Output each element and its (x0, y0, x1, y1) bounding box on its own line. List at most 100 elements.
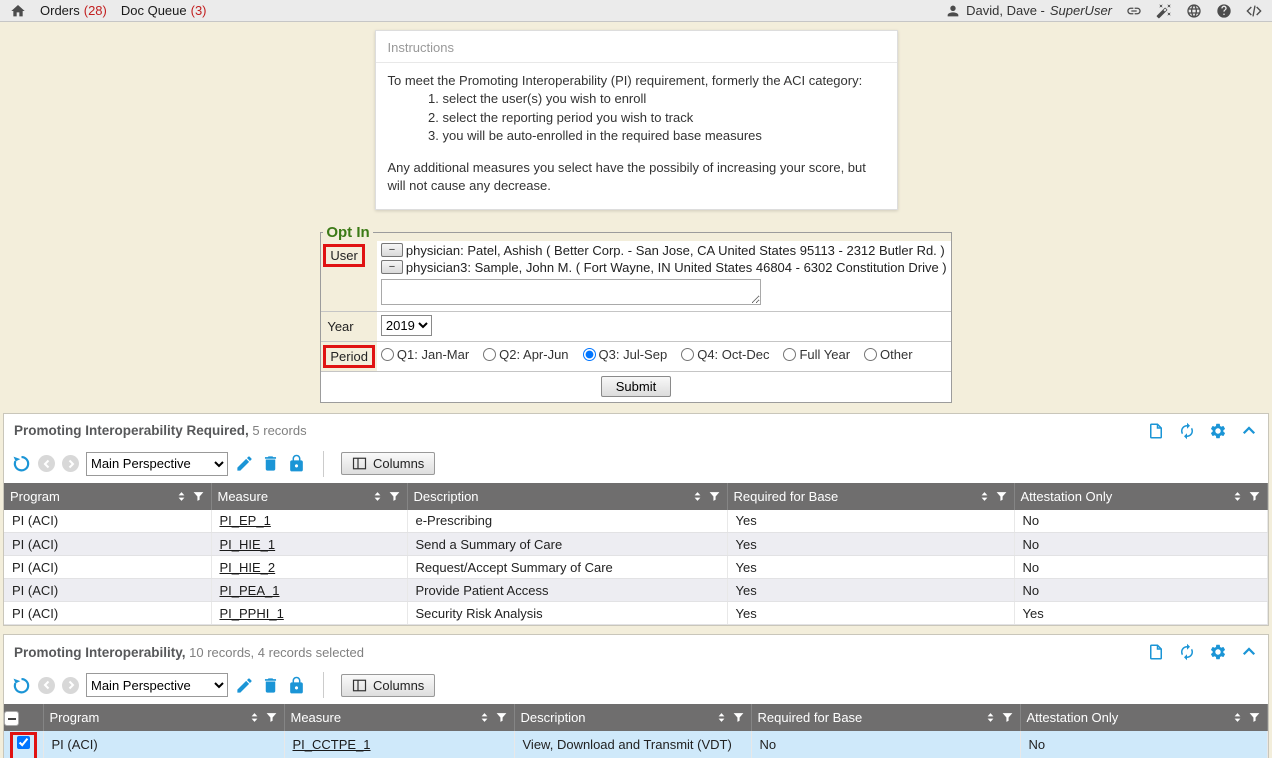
period-radio-other[interactable] (864, 348, 877, 361)
sort-icon[interactable] (175, 490, 188, 503)
code-icon[interactable] (1246, 3, 1262, 19)
gear-icon[interactable] (1209, 422, 1227, 440)
home-icon[interactable] (10, 3, 26, 19)
user-icon (945, 3, 961, 19)
new-document-icon[interactable] (1147, 643, 1165, 661)
remove-user-button[interactable]: − (381, 243, 403, 257)
column-header-attestation-only[interactable]: Attestation Only (1014, 483, 1268, 510)
year-row: Year 2019 (321, 311, 950, 341)
user-label: User (323, 244, 364, 267)
sort-icon[interactable] (984, 711, 997, 724)
table-row: PI (ACI) PI_CCTPE_1 View, Download and T… (4, 731, 1268, 758)
column-header-description[interactable]: Description (514, 704, 751, 731)
required-measures-table: Program Measure Description Required for… (4, 483, 1268, 626)
help-icon[interactable] (1216, 3, 1232, 19)
doc-queue-count: (3) (191, 3, 207, 18)
filter-icon[interactable] (995, 490, 1008, 503)
filter-icon[interactable] (1248, 711, 1261, 724)
refresh-icon[interactable] (1178, 422, 1196, 440)
prev-icon[interactable] (38, 677, 55, 694)
filter-icon[interactable] (708, 490, 721, 503)
instructions-title: Instructions (376, 31, 897, 63)
measure-link[interactable]: PI_HIE_1 (220, 537, 276, 552)
measure-link[interactable]: PI_HIE_2 (220, 560, 276, 575)
delete-icon[interactable] (261, 454, 280, 473)
lock-icon[interactable] (287, 676, 306, 695)
edit-icon[interactable] (235, 676, 254, 695)
column-header-program[interactable]: Program (43, 704, 284, 731)
nav-doc-queue[interactable]: Doc Queue (3) (121, 3, 207, 18)
prev-icon[interactable] (38, 455, 55, 472)
period-option-q4[interactable]: Q4: Oct-Dec (681, 347, 769, 362)
next-icon[interactable] (62, 677, 79, 694)
filter-icon[interactable] (732, 711, 745, 724)
columns-button[interactable]: Columns (341, 452, 435, 475)
sort-icon[interactable] (691, 490, 704, 503)
nav-orders[interactable]: Orders (28) (40, 3, 107, 18)
current-user[interactable]: David, Dave - SuperUser (945, 3, 1112, 19)
sort-icon[interactable] (1231, 711, 1244, 724)
period-option-q2[interactable]: Q2: Apr-Jun (483, 347, 568, 362)
undo-icon[interactable] (12, 676, 31, 695)
column-header-required-for-base[interactable]: Required for Base (751, 704, 1020, 731)
year-select[interactable]: 2019 (381, 315, 432, 336)
measure-link[interactable]: PI_PPHI_1 (220, 606, 284, 621)
select-all-checkbox[interactable] (4, 711, 19, 726)
column-header-required-for-base[interactable]: Required for Base (727, 483, 1014, 510)
next-icon[interactable] (62, 455, 79, 472)
sort-icon[interactable] (248, 711, 261, 724)
sort-icon[interactable] (978, 490, 991, 503)
perspective-select[interactable]: Main Perspective (86, 452, 228, 476)
period-option-full-year[interactable]: Full Year (783, 347, 850, 362)
link-icon[interactable] (1126, 3, 1142, 19)
globe-icon[interactable] (1186, 3, 1202, 19)
collapse-icon[interactable] (1240, 643, 1258, 661)
sort-icon[interactable] (1231, 490, 1244, 503)
period-option-other[interactable]: Other (864, 347, 913, 362)
instructions-body: To meet the Promoting Interoperability (… (376, 63, 897, 209)
sort-icon[interactable] (715, 711, 728, 724)
panel-title: Promoting Interoperability, 10 records, … (14, 645, 364, 660)
wand-icon[interactable] (1156, 3, 1172, 19)
row-checkbox[interactable] (17, 736, 30, 749)
selectable-measures-panel: Promoting Interoperability, 10 records, … (3, 634, 1269, 758)
refresh-icon[interactable] (1178, 643, 1196, 661)
sort-icon[interactable] (371, 490, 384, 503)
period-radio-q2[interactable] (483, 348, 496, 361)
filter-icon[interactable] (388, 490, 401, 503)
filter-icon[interactable] (192, 490, 205, 503)
measure-link[interactable]: PI_CCTPE_1 (293, 737, 371, 752)
column-header-measure[interactable]: Measure (284, 704, 514, 731)
column-header-measure[interactable]: Measure (211, 483, 407, 510)
collapse-icon[interactable] (1240, 422, 1258, 440)
period-option-q3[interactable]: Q3: Jul-Sep (583, 347, 668, 362)
period-radio-q3[interactable] (583, 348, 596, 361)
column-header-select-all[interactable] (4, 704, 43, 731)
perspective-select[interactable]: Main Perspective (86, 673, 228, 697)
gear-icon[interactable] (1209, 643, 1227, 661)
measure-link[interactable]: PI_PEA_1 (220, 583, 280, 598)
columns-button[interactable]: Columns (341, 674, 435, 697)
filter-icon[interactable] (1248, 490, 1261, 503)
filter-icon[interactable] (495, 711, 508, 724)
sort-icon[interactable] (478, 711, 491, 724)
measure-link[interactable]: PI_EP_1 (220, 513, 271, 528)
panel-header: Promoting Interoperability Required, 5 r… (4, 414, 1268, 447)
column-header-program[interactable]: Program (4, 483, 211, 510)
period-radio-full-year[interactable] (783, 348, 796, 361)
edit-icon[interactable] (235, 454, 254, 473)
column-header-attestation-only[interactable]: Attestation Only (1020, 704, 1268, 731)
delete-icon[interactable] (261, 676, 280, 695)
period-option-q1[interactable]: Q1: Jan-Mar (381, 347, 469, 362)
period-radio-q1[interactable] (381, 348, 394, 361)
filter-icon[interactable] (265, 711, 278, 724)
undo-icon[interactable] (12, 454, 31, 473)
submit-button[interactable]: Submit (601, 376, 671, 397)
remove-user-button[interactable]: − (381, 260, 403, 274)
period-radio-q4[interactable] (681, 348, 694, 361)
filter-icon[interactable] (1001, 711, 1014, 724)
column-header-description[interactable]: Description (407, 483, 727, 510)
new-document-icon[interactable] (1147, 422, 1165, 440)
user-search-input[interactable] (381, 279, 761, 305)
lock-icon[interactable] (287, 454, 306, 473)
